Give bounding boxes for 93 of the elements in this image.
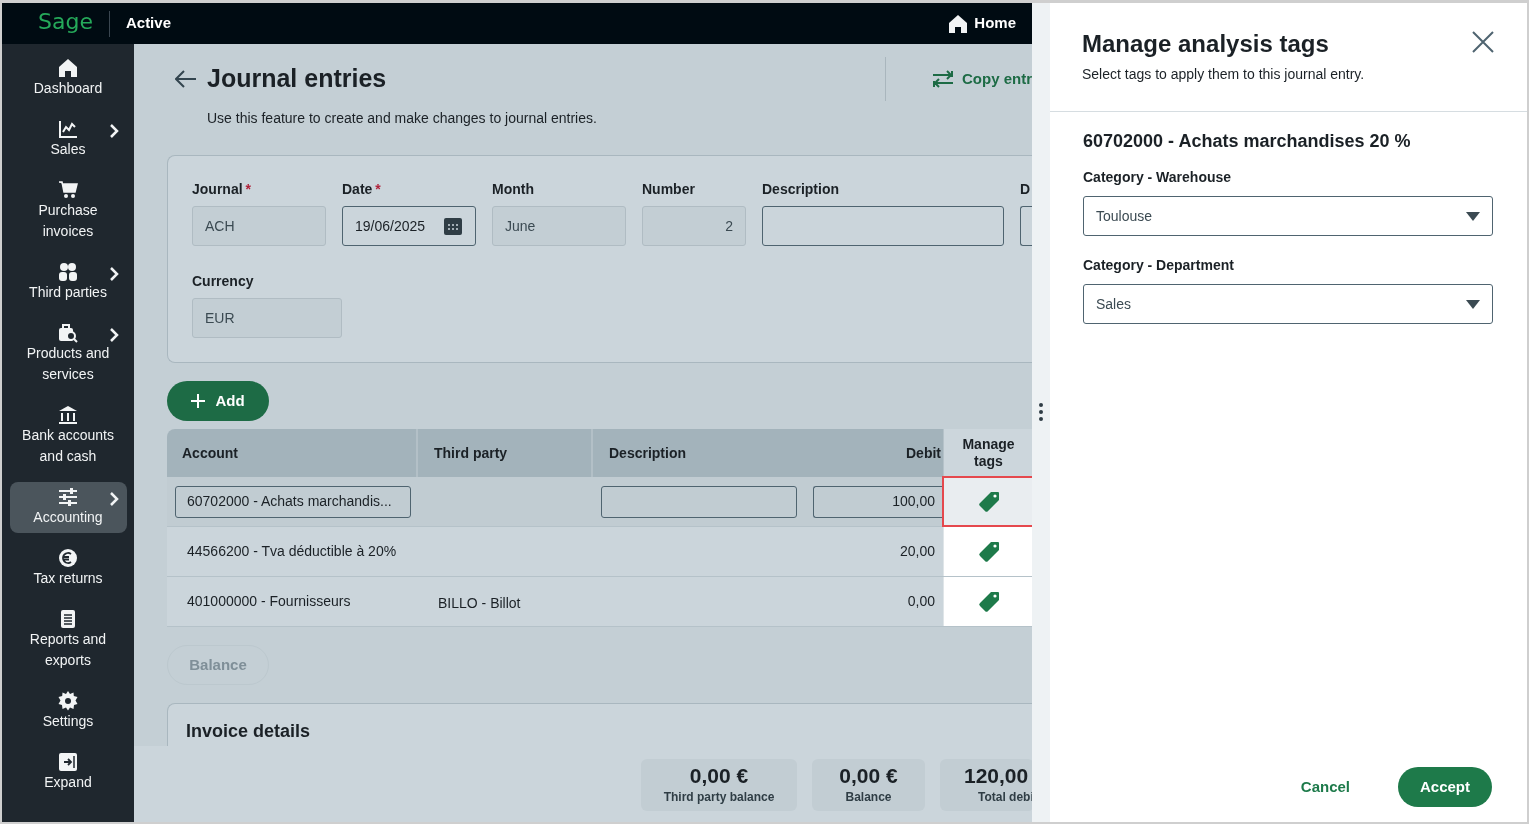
bank-icon	[58, 405, 78, 425]
total-amount: 0,00 €	[839, 764, 898, 788]
bag-search-icon	[58, 323, 78, 343]
input-field[interactable]: 60702000 - Achats marchandis...	[175, 485, 411, 518]
input-field[interactable]: ACH	[192, 206, 326, 246]
table-cell-text: 401000000 - Fournisseurs	[186, 592, 351, 611]
panel-title: Manage analysis tags	[1082, 29, 1329, 59]
euro-icon	[58, 548, 78, 568]
page-subtitle: Use this feature to create and make changes to journal entries.	[206, 109, 598, 128]
input-field[interactable]: 2	[642, 206, 746, 246]
table-cell-text: 44566200 - Tva déductible à 20%	[186, 542, 397, 561]
back-arrow-icon	[175, 70, 197, 88]
cart-icon	[58, 180, 78, 200]
accept-button[interactable]: Accept	[1398, 767, 1492, 807]
dropdown-caret-icon	[1466, 299, 1480, 309]
field-label: Month	[492, 180, 535, 198]
tag-icon	[977, 490, 1000, 513]
total-label: Total debi	[977, 789, 1032, 806]
sidebar-item[interactable]: Sales	[9, 114, 127, 165]
sidebar-item[interactable]: Dashboard	[9, 53, 127, 104]
logo[interactable]: Sage	[38, 10, 93, 37]
field-label: Category - Department	[1083, 256, 1235, 275]
sidebar-item[interactable]: Products and services	[9, 318, 127, 390]
close-button[interactable]	[1471, 30, 1495, 54]
input-field[interactable]: June	[492, 206, 626, 246]
input-field[interactable]	[601, 485, 797, 518]
chevron-icon	[108, 492, 119, 506]
document-icon	[58, 609, 78, 629]
table-cell-text: 20,00	[899, 542, 935, 561]
copy-entry-link[interactable]: Copy entr	[932, 67, 1032, 91]
table-row[interactable]: 401000000 - Fournisseurs BILLO - Billot 0,00	[167, 577, 1032, 627]
table-cell-text: BILLO - Billot	[438, 594, 521, 613]
table-row[interactable]: 60702000 - Achats marchandis... 100,00	[167, 477, 1032, 527]
total-amount: 120,00	[964, 764, 1029, 788]
swap-arrows-icon	[932, 70, 954, 88]
page-title: Journal entries	[207, 63, 387, 95]
date-field[interactable]: 19/06/2025	[342, 206, 476, 246]
chevron-icon	[108, 328, 119, 342]
home-icon	[948, 13, 969, 34]
input-field[interactable]: EUR	[192, 298, 342, 338]
tag-icon	[977, 540, 1000, 563]
sidebar-item[interactable]: Expand	[9, 747, 127, 798]
column-header[interactable]: Debit	[803, 429, 943, 477]
cancel-button[interactable]: Cancel	[1288, 767, 1362, 807]
field-label: Currency	[192, 272, 255, 290]
more-icon	[1039, 403, 1043, 421]
field-label: Number	[642, 180, 696, 198]
sidebar-item[interactable]: Bank accounts and cash	[9, 400, 127, 472]
total-label: Balance	[845, 789, 892, 806]
chevron-icon	[108, 267, 119, 281]
table-cell-text: 0,00	[907, 592, 935, 611]
sidebar-item[interactable]: Accounting	[9, 482, 127, 533]
table-row[interactable]: 44566200 - Tva déductible à 20% 20,00	[167, 527, 1032, 577]
input-field[interactable]	[762, 206, 1004, 246]
gear-icon	[58, 691, 78, 711]
product-name: Active	[125, 13, 171, 34]
column-header[interactable]: Account	[167, 429, 416, 477]
total-label: Third party balance	[663, 789, 775, 806]
home-icon	[58, 58, 78, 78]
expand-icon	[58, 752, 78, 772]
sidebar-item[interactable]: Third parties	[9, 257, 127, 308]
column-header[interactable]: Manage tags	[943, 429, 1032, 477]
sliders-icon	[58, 487, 78, 507]
sidebar-item[interactable]: Settings	[9, 686, 127, 737]
home-link[interactable]: Home	[948, 12, 1016, 35]
column-header[interactable]: Description	[591, 429, 803, 477]
sidebar-item[interactable]: Reports and exports	[9, 604, 127, 676]
add-button[interactable]: Add	[167, 381, 269, 421]
chevron-icon	[108, 124, 119, 138]
plus-icon	[191, 394, 206, 408]
sidebar-item[interactable]: Purchase invoices	[9, 175, 127, 247]
section-title: Invoice details	[186, 720, 312, 743]
sidebar-item[interactable]: Tax returns	[9, 543, 127, 594]
field-label: D	[1020, 180, 1032, 198]
tag-icon	[977, 590, 1000, 613]
dropdown[interactable]: Toulouse	[1083, 196, 1493, 236]
dropdown-caret-icon	[1466, 211, 1480, 221]
account-title: 60702000 - Achats marchandises 20 %	[1083, 130, 1412, 153]
tag-cell[interactable]	[943, 477, 1032, 526]
calendar-icon	[443, 216, 463, 236]
people-icon	[58, 262, 78, 282]
field-label: Journal *	[192, 180, 253, 198]
dropdown[interactable]: Sales	[1083, 284, 1493, 324]
panel-subtitle: Select tags to apply them to this journal entry.	[1082, 65, 1366, 84]
field-label: Category - Warehouse	[1083, 168, 1233, 187]
close-icon	[1471, 30, 1495, 54]
tag-cell[interactable]	[943, 577, 1032, 626]
field-label: Description	[762, 180, 840, 198]
field-label: Date *	[342, 180, 382, 198]
column-header[interactable]: Third party	[416, 429, 591, 477]
chart-icon	[58, 119, 78, 139]
total-amount: 0,00 €	[689, 764, 749, 788]
tag-cell[interactable]	[943, 527, 1032, 576]
